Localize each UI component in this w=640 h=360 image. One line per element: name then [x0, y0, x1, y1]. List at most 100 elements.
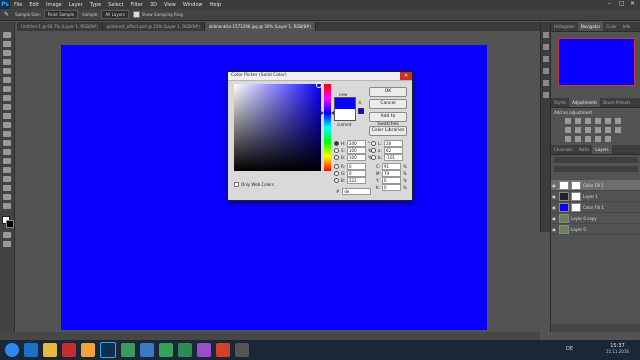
path-select-tool-icon[interactable]: [3, 176, 11, 182]
tab-paths[interactable]: Paths: [576, 145, 593, 154]
visibility-eye-icon[interactable]: ●: [551, 183, 557, 188]
a-input[interactable]: 62: [384, 147, 403, 154]
menu-view[interactable]: View: [164, 2, 176, 8]
a-radio[interactable]: [371, 148, 376, 153]
hue-arrow-left-icon[interactable]: [321, 111, 324, 115]
tab-pinterest[interactable]: pinterest_effect.psd @ 25% (Layer 1, RGB…: [102, 22, 205, 31]
explorer-icon[interactable]: [43, 343, 57, 357]
layer-row[interactable]: ● Layer 1: [551, 191, 640, 202]
paragraph-icon[interactable]: [543, 92, 549, 98]
b-input[interactable]: 100: [347, 154, 366, 161]
lab-b-radio[interactable]: [371, 155, 376, 160]
menu-image[interactable]: Image: [46, 2, 62, 8]
quick-mask-icon[interactable]: [3, 232, 11, 238]
l-radio[interactable]: [371, 141, 376, 146]
skype-icon[interactable]: [140, 343, 154, 357]
screen-mode-icon[interactable]: [3, 241, 11, 247]
tab-channels[interactable]: Channels: [551, 145, 576, 154]
background-color-swatch[interactable]: [6, 220, 14, 228]
crop-tool-icon[interactable]: [3, 68, 11, 74]
g-input[interactable]: 0: [347, 170, 366, 177]
brush-tool-icon[interactable]: [3, 95, 11, 101]
layer-row[interactable]: ● Color Fill 1: [551, 180, 640, 191]
layer-row[interactable]: ● Layer 0: [551, 224, 640, 235]
tab-info[interactable]: Info: [620, 22, 634, 31]
menu-edit[interactable]: Edit: [29, 2, 39, 8]
menu-window[interactable]: Window: [183, 2, 203, 8]
web-safe-icon[interactable]: [358, 108, 364, 114]
menu-type[interactable]: Type: [90, 2, 101, 8]
adjustment-icons-row-1[interactable]: [565, 118, 625, 124]
type-tool-icon[interactable]: [3, 167, 11, 173]
adjustment-icons-row-3[interactable]: [565, 136, 615, 142]
lasso-tool-icon[interactable]: [3, 50, 11, 56]
tab-oldmonkitv[interactable]: oldmonkitv-1571296.jpg @ 30% (Layer 1, R…: [204, 22, 316, 31]
language-indicator[interactable]: DE: [566, 346, 573, 352]
m-input[interactable]: 79: [382, 170, 401, 177]
cancel-button[interactable]: Cancel: [369, 99, 407, 109]
pen-tool-icon[interactable]: [3, 158, 11, 164]
h-radio[interactable]: [334, 141, 339, 146]
c-input[interactable]: 91: [382, 163, 401, 170]
gradient-tool-icon[interactable]: [3, 131, 11, 137]
app-icon-purple[interactable]: [197, 343, 211, 357]
app-icon-red[interactable]: [216, 343, 230, 357]
lab-b-input[interactable]: -101: [384, 154, 403, 161]
l-input[interactable]: 28: [384, 140, 403, 147]
layer-row[interactable]: ● Layer 0 copy: [551, 213, 640, 224]
tab-styles[interactable]: Styles: [551, 98, 569, 107]
r-input[interactable]: 0: [347, 163, 366, 170]
tab-histogram[interactable]: Histogram: [551, 22, 578, 31]
adjustment-icons-row-2[interactable]: [565, 127, 625, 133]
hue-slider[interactable]: [321, 84, 334, 171]
sample-select[interactable]: All Layers: [101, 10, 129, 19]
maximize-icon[interactable]: □: [619, 0, 625, 7]
layer-filter-bar[interactable]: [554, 157, 638, 163]
s-input[interactable]: 100: [347, 147, 366, 154]
media-player-icon[interactable]: [62, 343, 76, 357]
quick-select-tool-icon[interactable]: [3, 59, 11, 65]
minimize-icon[interactable]: –: [608, 0, 611, 7]
tab-untitled[interactable]: Untitled-1 @ 66.7% (Layer 1, RGB/8#): [17, 22, 103, 31]
zoom-tool-icon[interactable]: [3, 203, 11, 209]
only-web-checkbox[interactable]: [234, 182, 239, 187]
photoshop-taskbar-icon[interactable]: [100, 342, 116, 358]
clock[interactable]: 15:37 22.11.2016: [606, 343, 629, 354]
blend-mode-bar[interactable]: [554, 166, 638, 172]
start-icon[interactable]: [5, 343, 19, 357]
brush-icon[interactable]: [543, 56, 549, 62]
history-icon[interactable]: [543, 32, 549, 38]
tab-layers[interactable]: Layers: [592, 145, 612, 154]
blur-tool-icon[interactable]: [3, 140, 11, 146]
tab-color[interactable]: Color: [603, 22, 619, 31]
chrome-icon[interactable]: [159, 343, 173, 357]
close-icon[interactable]: ✕: [630, 0, 635, 7]
menu-file[interactable]: File: [14, 2, 22, 8]
k-input[interactable]: 0: [382, 184, 401, 191]
show-ring-checkbox[interactable]: [132, 11, 140, 18]
visibility-eye-icon[interactable]: ●: [551, 227, 557, 232]
s-radio[interactable]: [334, 148, 339, 153]
menu-layer[interactable]: Layer: [69, 2, 83, 8]
color-libraries-button[interactable]: Color Libraries: [369, 126, 407, 136]
stamp-tool-icon[interactable]: [3, 104, 11, 110]
history-brush-tool-icon[interactable]: [3, 113, 11, 119]
dialog-close-icon[interactable]: ✕: [400, 72, 412, 80]
app-icon-green[interactable]: [121, 343, 135, 357]
g-radio[interactable]: [334, 171, 339, 176]
blue-radio[interactable]: [334, 178, 339, 183]
tab-navigator[interactable]: Navigator: [577, 22, 604, 31]
eraser-tool-icon[interactable]: [3, 122, 11, 128]
menu-select[interactable]: Select: [108, 2, 123, 8]
shape-tool-icon[interactable]: [3, 185, 11, 191]
visibility-eye-icon[interactable]: ●: [551, 194, 557, 199]
visibility-eye-icon[interactable]: ●: [551, 205, 557, 210]
color-field-marker[interactable]: [316, 82, 322, 88]
b-radio[interactable]: [334, 155, 339, 160]
current-color-swatch[interactable]: [334, 109, 356, 121]
properties-icon[interactable]: [543, 44, 549, 50]
gamut-warning-icon[interactable]: ▲: [358, 99, 362, 105]
ok-button[interactable]: OK: [369, 87, 407, 97]
layer-row[interactable]: ● Color Fill 1: [551, 202, 640, 213]
app-icon-gray[interactable]: [235, 343, 249, 357]
